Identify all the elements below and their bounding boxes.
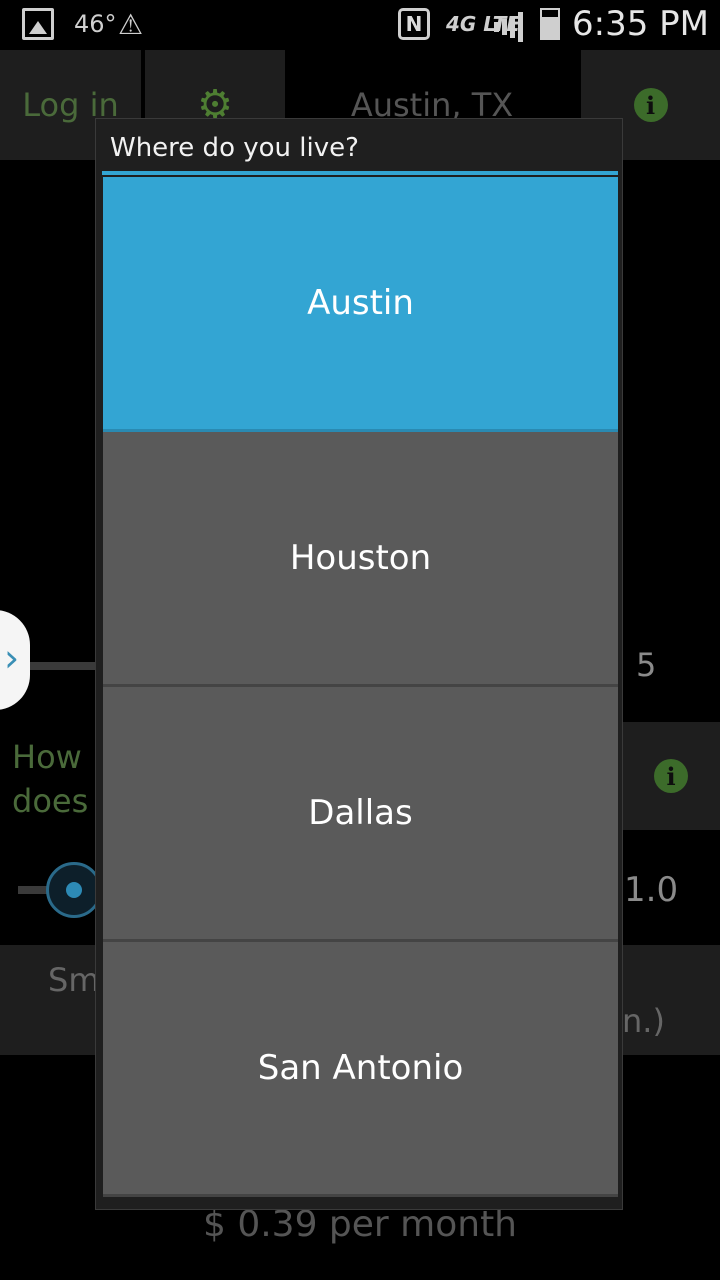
dialog-divider: [102, 171, 618, 175]
usage-slider-track: [30, 662, 100, 670]
warning-icon: ⚠: [118, 7, 144, 41]
status-bar: 46° ⚠ N 4G LTE 6:35 PM: [0, 0, 720, 48]
battery-icon: [540, 8, 560, 40]
city-option-dallas[interactable]: Dallas: [103, 687, 618, 942]
chevron-right-icon: ›: [4, 636, 20, 680]
temperature-text: 46°: [74, 10, 117, 38]
info-icon: i: [633, 88, 668, 122]
signal-icon: [494, 12, 528, 42]
nfc-icon: N: [398, 8, 430, 40]
city-options: Austin Houston Dallas San Antonio: [103, 177, 618, 1197]
city-option-san-antonio[interactable]: San Antonio: [103, 942, 618, 1197]
location-dialog: Where do you live? Austin Houston Dallas…: [95, 118, 623, 1210]
info-icon: i: [654, 759, 688, 793]
city-option-austin[interactable]: Austin: [103, 177, 618, 432]
gallery-icon: [22, 8, 54, 40]
city-option-houston[interactable]: Houston: [103, 432, 618, 687]
size-option-right-text: n.): [622, 1002, 665, 1040]
factor-value: 1.0: [624, 870, 679, 910]
slider-max-value: 5: [636, 646, 657, 684]
clock: 6:35 PM: [572, 4, 709, 44]
screen: 46° ⚠ N 4G LTE 6:35 PM Log in ⚙ Austin, …: [0, 0, 720, 1280]
price-text: $ 0.39 per month: [202, 1204, 518, 1245]
question-info-button[interactable]: i: [622, 722, 720, 830]
question-text: How does: [12, 738, 89, 820]
factor-slider-knob[interactable]: [46, 862, 102, 918]
dialog-title: Where do you live?: [110, 133, 359, 163]
